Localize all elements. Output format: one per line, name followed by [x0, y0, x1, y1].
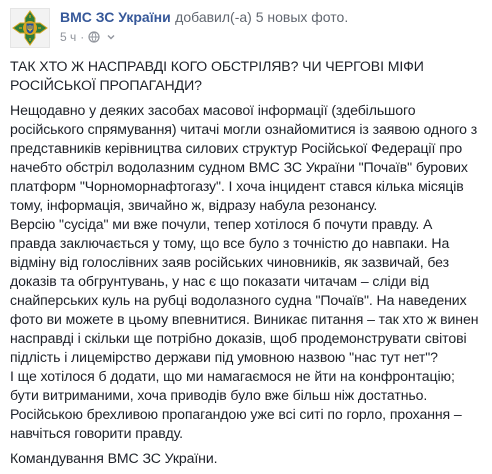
- title-line: РОСІЙСЬКОЇ ПРОПАГАНДИ?: [10, 77, 202, 93]
- text-line: начебто обстріл водолазним судном ВМС ЗС…: [10, 159, 468, 175]
- author-link[interactable]: ВМС ЗС України: [60, 9, 171, 25]
- text-line: тому, інформація, звичайно ж, відразу на…: [10, 197, 378, 213]
- post-subline: 5 ч ·: [60, 30, 116, 44]
- text-line: правда заключається у тому, що все було …: [10, 235, 450, 251]
- text-line: доказів та обгрунтувань, у нас є що пока…: [10, 273, 429, 289]
- text-line: російського спрямування) читачі могли оз…: [10, 121, 478, 137]
- post-action-text: добавил(-а) 5 новых фото.: [175, 9, 349, 25]
- text-line: Версію "сусіда" ми вже почули, тепер хот…: [10, 216, 433, 232]
- title-line: ТАК ХТО Ж НАСПРАВДІ КОГО ОБСТРІЛЯВ? ЧИ Ч…: [10, 58, 424, 74]
- post-signature: Командування ВМС ЗС України.: [10, 449, 482, 468]
- text-line: І ще хотілося б додати, що ми намагаємос…: [10, 368, 455, 384]
- text-line: насправді і скільки ще потрібно доказів,…: [10, 330, 467, 346]
- text-line: фото ви можете в цьому впевнитися. Виник…: [10, 311, 479, 327]
- text-line: снайперських куль на рубці водолазного с…: [10, 292, 467, 308]
- post-timestamp[interactable]: 5 ч: [60, 30, 76, 44]
- text-line: представників керівництва силових структ…: [10, 140, 463, 156]
- post-title: ТАК ХТО Ж НАСПРАВДІ КОГО ОБСТРІЛЯВ? ЧИ Ч…: [10, 57, 482, 95]
- text-line: навчіться говорити правду.: [10, 425, 183, 441]
- post-text: Нещодавно у деяких засобах масової інфор…: [10, 101, 482, 443]
- text-line: платформ "Чорноморнафтогазу". І хоча інц…: [10, 178, 464, 194]
- globe-icon[interactable]: [88, 31, 100, 43]
- avatar[interactable]: [10, 8, 50, 48]
- text-line: Російською брехливою пропагандою уже всі…: [10, 406, 462, 422]
- text-line: бути витриманими, хоча приводів було вже…: [10, 387, 428, 403]
- chevron-down-icon[interactable]: [106, 32, 116, 42]
- text-line: підлість і лицемірство держави під умовн…: [10, 349, 438, 365]
- post-body: ТАК ХТО Ж НАСПРАВДІ КОГО ОБСТРІЛЯВ? ЧИ Ч…: [10, 57, 482, 474]
- post-meta: ВМС ЗС України добавил(-а) 5 новых фото.: [60, 9, 348, 27]
- text-line: відміну від голослівних заяв російських …: [10, 254, 449, 270]
- text-line: Нещодавно у деяких засобах масової інфор…: [10, 102, 416, 118]
- navy-emblem-icon: [12, 10, 48, 46]
- signature-line: Командування ВМС ЗС України.: [10, 450, 218, 466]
- post-header: ВМС ЗС України добавил(-а) 5 новых фото.…: [10, 8, 480, 48]
